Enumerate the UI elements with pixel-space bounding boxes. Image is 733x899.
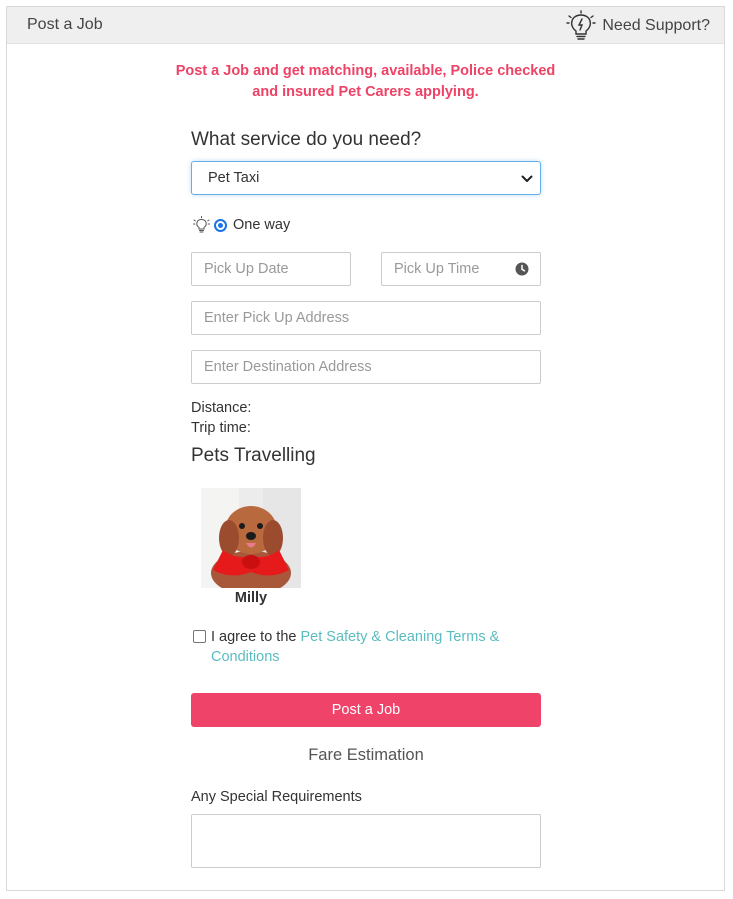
pets-travelling-heading: Pets Travelling [191,445,316,466]
one-way-label: One way [233,217,291,233]
service-question: What service do you need? [191,129,422,150]
post-job-button[interactable]: Post a Job [191,693,541,727]
terms-agreement: I agree to the Pet Safety & Cleaning Ter… [193,627,533,667]
lightbulb-icon [566,10,597,40]
header-bar: Post a Job Need Support? [7,7,724,44]
trip-time-label: Trip time: [191,420,251,436]
fare-estimation: Fare Estimation [308,746,424,764]
pickup-address-input[interactable]: Enter Pick Up Address [191,301,541,335]
clock-icon [515,262,529,276]
pickup-time-placeholder: Pick Up Time [394,261,480,277]
tagline-line-2: and insured Pet Carers applying. [252,84,479,100]
terms-checkbox[interactable] [193,630,206,643]
one-way-radio[interactable] [214,218,227,232]
service-select[interactable]: Pet Taxi [191,161,541,195]
tagline: Post a Job and get matching, available, … [7,61,724,103]
page-title: Post a Job [27,16,103,33]
service-select-value: Pet Taxi [208,170,260,186]
destination-address-placeholder: Enter Destination Address [204,359,372,375]
page-frame: Post a Job Need Support? Post a Job and … [6,6,725,891]
pet-card[interactable]: Milly [201,488,301,606]
trip-type-one-way: One way [193,216,290,234]
pet-photo [201,488,301,588]
special-requirements-textarea[interactable] [191,814,541,868]
pickup-address-placeholder: Enter Pick Up Address [204,310,350,326]
distance-label: Distance: [191,400,252,416]
need-support-button[interactable]: Need Support? [566,9,710,43]
terms-text: I agree to the Pet Safety & Cleaning Ter… [211,627,533,667]
pet-name: Milly [234,590,268,606]
chevron-down-icon [521,175,533,182]
lightbulb-icon [193,216,210,233]
destination-address-input[interactable]: Enter Destination Address [191,350,541,384]
terms-prefix: I agree to the [211,629,301,645]
special-requirements-label: Any Special Requirements [191,789,362,805]
support-label: Need Support? [602,17,710,34]
tagline-line-1: Post a Job and get matching, available, … [175,63,556,79]
pickup-date-input[interactable]: Pick Up Date [191,252,351,286]
pickup-date-placeholder: Pick Up Date [204,261,289,277]
pickup-time-input[interactable]: Pick Up Time [381,252,541,286]
